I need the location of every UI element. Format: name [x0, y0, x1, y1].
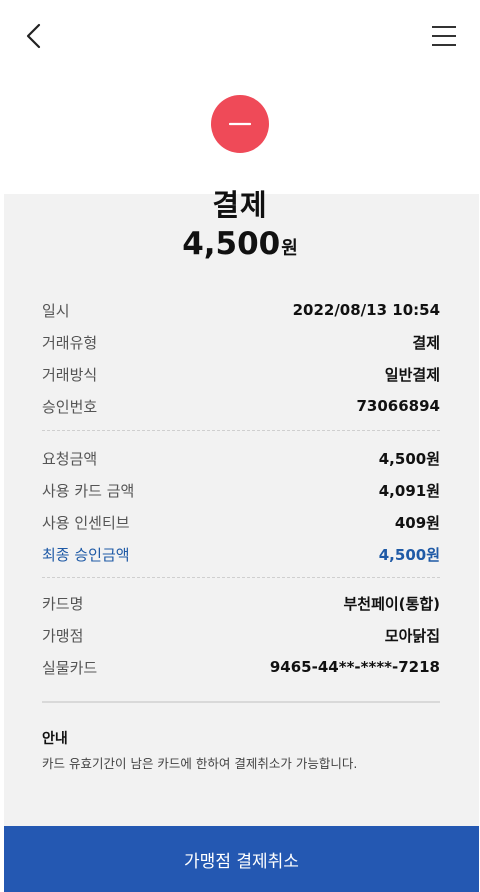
row-label: 거래유형 — [42, 333, 98, 352]
section-divider — [42, 577, 440, 578]
row-transaction-type: 거래유형 결제 — [42, 326, 440, 358]
row-value: 409원 — [394, 513, 440, 532]
payment-amount: 4,500원 — [0, 226, 480, 262]
row-label: 최종 승인금액 — [42, 545, 130, 564]
top-bar — [0, 0, 480, 72]
menu-button[interactable] — [428, 20, 460, 52]
row-card-amount: 사용 카드 금액 4,091원 — [42, 474, 440, 506]
row-value: 부천페이(통합) — [343, 594, 440, 613]
row-label: 일시 — [42, 301, 70, 320]
row-value: 결제 — [412, 333, 440, 352]
merchant-cancel-payment-button[interactable]: 가맹점 결제취소 — [4, 826, 479, 892]
row-merchant: 가맹점 모아닭집 — [42, 619, 440, 651]
row-value: 모아닭집 — [384, 626, 440, 645]
status-indicator — [211, 95, 269, 153]
amount-info: 요청금액 4,500원 사용 카드 금액 4,091원 사용 인센티브 409원… — [42, 442, 440, 570]
row-label: 카드명 — [42, 594, 84, 613]
row-label: 사용 인센티브 — [42, 513, 130, 532]
row-label: 사용 카드 금액 — [42, 481, 135, 500]
amount-number: 4,500 — [182, 226, 281, 262]
row-final-approved-amount: 최종 승인금액 4,500원 — [42, 538, 440, 570]
row-value: 9465-44**-****-7218 — [269, 658, 440, 676]
row-value: 73066894 — [356, 397, 441, 415]
payment-detail-page: 결제 4,500원 일시 2022/08/13 10:54 거래유형 결제 거래… — [0, 0, 480, 892]
amount-unit: 원 — [281, 238, 298, 259]
hamburger-menu-icon — [432, 26, 456, 46]
row-incentive-amount: 사용 인센티브 409원 — [42, 506, 440, 538]
notice-divider — [42, 701, 440, 703]
notice-title: 안내 — [42, 731, 68, 747]
row-datetime: 일시 2022/08/13 10:54 — [42, 294, 440, 326]
row-label: 요청금액 — [42, 449, 98, 468]
back-button[interactable] — [18, 20, 50, 52]
row-value: 4,500원 — [378, 545, 440, 564]
row-value: 4,500원 — [378, 449, 440, 468]
notice-text: 카드 유효기간이 남은 카드에 한하여 결제취소가 가능합니다. — [42, 756, 358, 771]
row-value: 4,091원 — [378, 481, 440, 500]
row-physical-card: 실물카드 9465-44**-****-7218 — [42, 651, 440, 683]
row-card-name: 카드명 부천페이(통합) — [42, 587, 440, 619]
card-info: 카드명 부천페이(통합) 가맹점 모아닭집 실물카드 9465-44**-***… — [42, 587, 440, 683]
row-value: 2022/08/13 10:54 — [292, 301, 440, 319]
minus-icon — [229, 122, 251, 126]
row-approval-number: 승인번호 73066894 — [42, 390, 440, 422]
chevron-left-icon — [26, 23, 41, 49]
section-divider — [42, 430, 440, 431]
transaction-info: 일시 2022/08/13 10:54 거래유형 결제 거래방식 일반결제 승인… — [42, 294, 440, 422]
row-transaction-method: 거래방식 일반결제 — [42, 358, 440, 390]
row-value: 일반결제 — [384, 365, 440, 384]
row-requested-amount: 요청금액 4,500원 — [42, 442, 440, 474]
row-label: 거래방식 — [42, 365, 98, 384]
payment-title: 결제 — [212, 188, 268, 222]
row-label: 실물카드 — [42, 658, 98, 677]
row-label: 가맹점 — [42, 626, 84, 645]
row-label: 승인번호 — [42, 397, 98, 416]
